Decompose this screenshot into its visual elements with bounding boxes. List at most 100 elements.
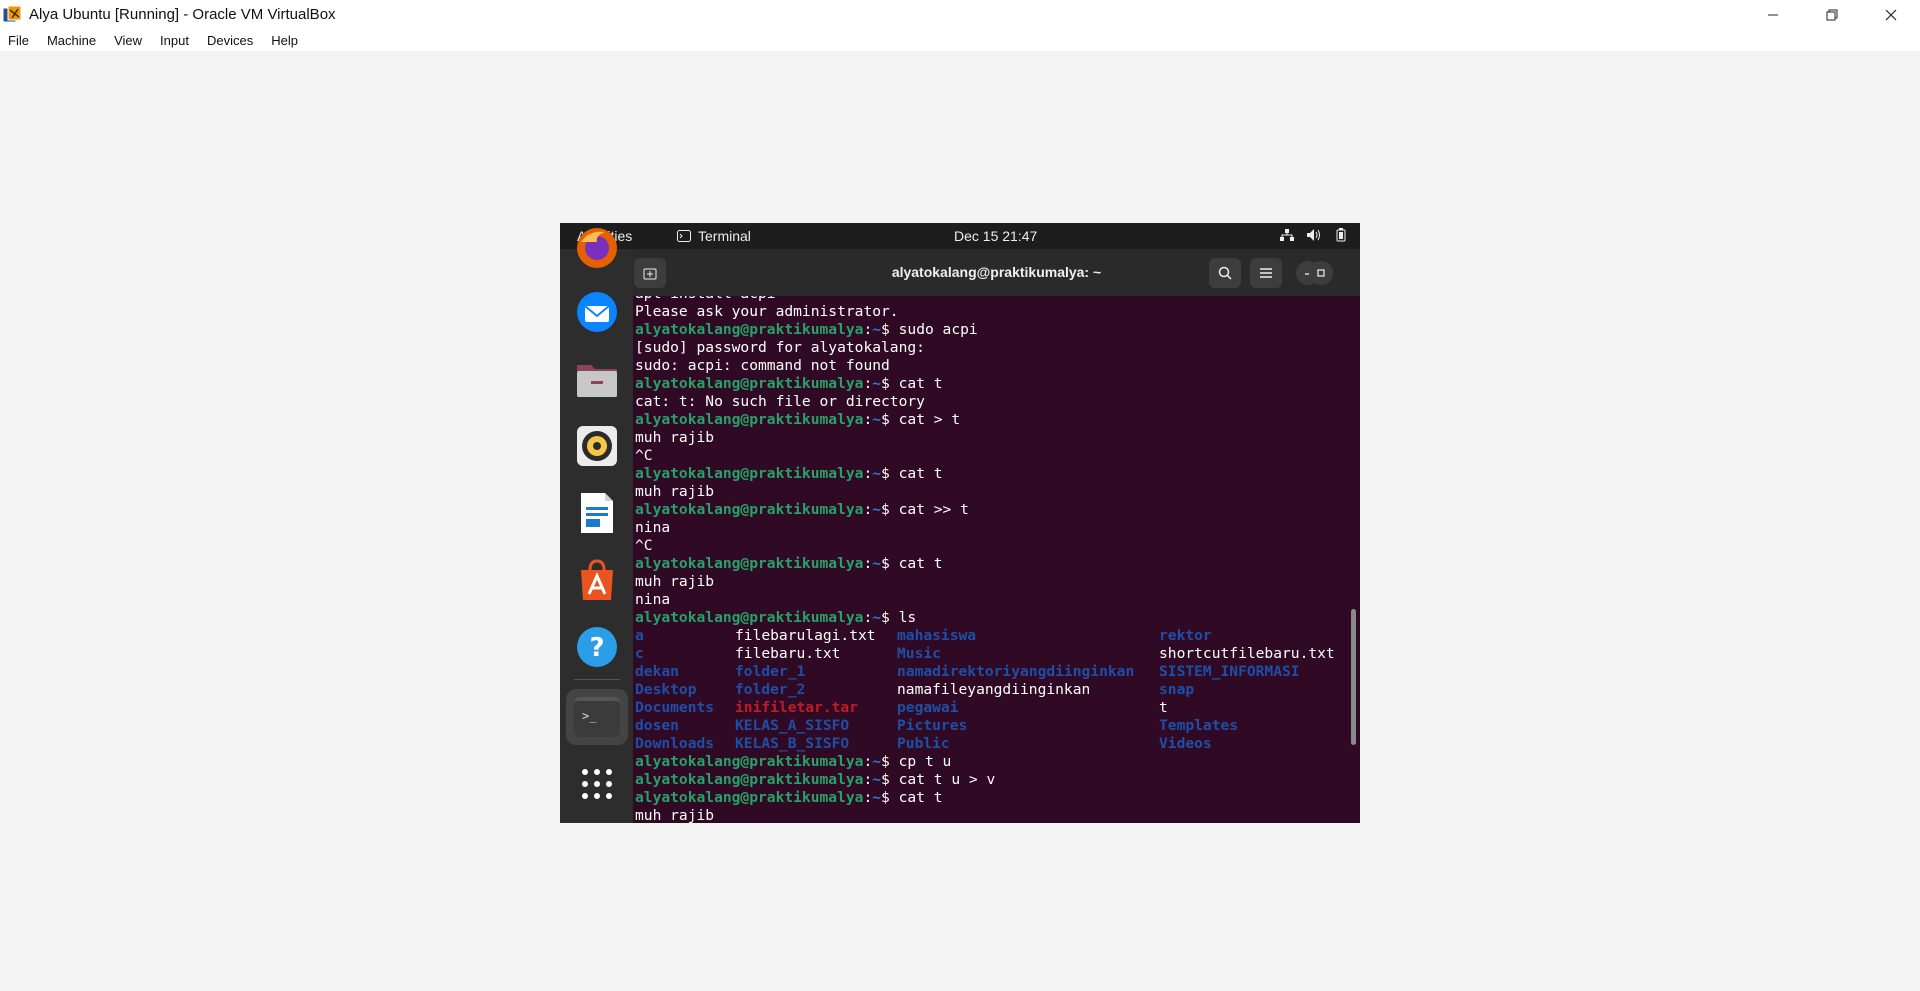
clock[interactable]: Dec 15 21:47	[954, 228, 1037, 244]
prompt-user: alyatokalang@praktikumalya	[635, 789, 864, 806]
files-icon[interactable]	[574, 356, 620, 402]
command-line: alyatokalang@praktikumalya:~$ cat t	[635, 555, 1350, 573]
dock-separator	[574, 679, 620, 680]
ls-entry: a	[635, 627, 644, 644]
terminal-scrollbar[interactable]	[1351, 609, 1356, 745]
prompt-symbol: $	[881, 753, 890, 770]
app-center-icon[interactable]	[574, 557, 620, 603]
thunderbird-icon[interactable]	[574, 289, 620, 335]
ls-entry: rektor	[1159, 627, 1212, 644]
prompt-user: alyatokalang@praktikumalya	[635, 321, 864, 338]
command-text: cat >> t	[889, 501, 969, 518]
command-line: alyatokalang@praktikumalya:~$ cat t	[635, 375, 1350, 393]
menu-view[interactable]: View	[114, 33, 142, 48]
prompt-path: ~	[872, 375, 882, 392]
prompt-symbol: $	[881, 375, 890, 392]
command-text: cat > t	[889, 411, 961, 428]
command-line: alyatokalang@praktikumalya:~$ cat > t	[635, 411, 1350, 429]
command-text: cp t u	[889, 753, 952, 770]
help-icon[interactable]: ?	[574, 624, 620, 670]
ubuntu-dock: ? >_	[560, 228, 633, 823]
ls-entry: Downloads	[635, 735, 715, 752]
command-line: alyatokalang@praktikumalya:~$ cat t	[635, 465, 1350, 483]
command-text: cat t	[889, 375, 943, 392]
libreoffice-writer-icon[interactable]	[574, 490, 620, 536]
maximize-window-icon[interactable]	[1309, 261, 1333, 285]
prompt-colon: :	[863, 375, 873, 392]
ls-entry: shortcutfilebaru.txt	[1159, 645, 1335, 662]
ls-entry: SISTEM_INFORMASI	[1159, 663, 1300, 680]
ls-entry: snap	[1159, 681, 1195, 698]
prompt-path: ~	[872, 501, 882, 518]
restore-icon[interactable]	[1802, 0, 1861, 29]
topbar-app-menu[interactable]: Terminal	[677, 228, 751, 244]
ls-entry: filebarulagi.txt	[735, 627, 876, 644]
prompt-user: alyatokalang@praktikumalya	[635, 555, 864, 572]
command-line: alyatokalang@praktikumalya:~$ cat t	[635, 789, 1350, 807]
output-line: ^C	[635, 537, 653, 554]
search-icon[interactable]	[1209, 258, 1241, 288]
output-line: Please ask your administrator.	[635, 303, 899, 320]
menu-input[interactable]: Input	[160, 33, 189, 48]
prompt-symbol: $	[881, 321, 890, 338]
vm-screen[interactable]: Activities Terminal Dec 15 21:47	[560, 223, 1360, 823]
command-line: alyatokalang@praktikumalya:~$ cat >> t	[635, 501, 1350, 519]
output-line: nina	[635, 519, 671, 536]
terminal-window[interactable]: alyatokalang@praktikumalya: ~ apt instal…	[633, 249, 1360, 823]
output-line: muh rajib	[635, 483, 715, 500]
command-line: alyatokalang@praktikumalya:~$ cat t u > …	[635, 771, 1350, 789]
output-line: sudo: acpi: command not found	[635, 357, 890, 374]
ls-entry: Pictures	[897, 717, 968, 734]
ls-entry: Templates	[1159, 717, 1239, 734]
ls-entry: Music	[897, 645, 941, 662]
prompt-symbol: $	[881, 789, 890, 806]
menu-help[interactable]: Help	[271, 33, 298, 48]
show-apps-icon[interactable]	[574, 761, 620, 807]
command-text: cat t	[889, 789, 943, 806]
ls-entry: dosen	[635, 717, 679, 734]
svg-text:?: ?	[589, 633, 604, 663]
terminal-app-icon	[677, 230, 691, 242]
terminal-lines-after: alyatokalang@praktikumalya:~$ cp t u alya…	[635, 753, 1350, 823]
ls-entry: Public	[897, 735, 950, 752]
command-text: cat t u > v	[889, 771, 996, 788]
menu-machine[interactable]: Machine	[47, 33, 96, 48]
terminal-output[interactable]: apt install acpiPlease ask your administ…	[635, 296, 1350, 823]
ls-entry: folder_2	[735, 681, 806, 698]
prompt-symbol: $	[881, 501, 890, 518]
ls-entry: inifiletar.tar	[735, 699, 859, 716]
command-text: cat t	[889, 465, 943, 482]
firefox-icon[interactable]	[574, 225, 620, 271]
minimize-icon[interactable]	[1743, 0, 1802, 29]
network-icon	[1280, 228, 1294, 245]
close-icon[interactable]	[1861, 0, 1920, 29]
prompt-symbol: $	[881, 609, 890, 626]
host-titlebar: Alya Ubuntu [Running] - Oracle VM Virtua…	[0, 0, 1920, 29]
system-tray[interactable]	[1280, 228, 1348, 245]
ls-entry: t	[1159, 699, 1168, 716]
ubuntu-topbar: Activities Terminal Dec 15 21:47	[560, 223, 1360, 249]
prompt-user: alyatokalang@praktikumalya	[635, 771, 864, 788]
rhythmbox-icon[interactable]	[574, 423, 620, 469]
ls-entry: mahasiswa	[897, 627, 977, 644]
command-line: alyatokalang@praktikumalya:~$ cp t u	[635, 753, 1350, 771]
ls-entry: KELAS_B_SISFO	[735, 735, 850, 752]
terminal-dock-item[interactable]: >_	[566, 689, 628, 745]
ls-output: a filebarulagi.txt mahasiswa rektor c filebar…	[635, 627, 1350, 753]
prompt-user: alyatokalang@praktikumalya	[635, 753, 864, 770]
prompt-path: ~	[872, 789, 882, 806]
ls-entry: folder_1	[735, 663, 806, 680]
ls-entry: dekan	[635, 663, 679, 680]
command-line: alyatokalang@praktikumalya:~$ sudo acpi	[635, 321, 1350, 339]
output-line: muh rajib	[635, 573, 715, 590]
prompt-symbol: $	[881, 465, 890, 482]
ls-entry: c	[635, 645, 644, 662]
prompt-colon: :	[863, 771, 873, 788]
prompt-colon: :	[863, 753, 873, 770]
menu-devices[interactable]: Devices	[207, 33, 253, 48]
menu-file[interactable]: File	[8, 33, 29, 48]
hamburger-menu-icon[interactable]	[1250, 258, 1282, 288]
prompt-path: ~	[872, 465, 882, 482]
terminal-lines: apt install acpiPlease ask your administ…	[635, 296, 1350, 627]
prompt-path: ~	[872, 771, 882, 788]
